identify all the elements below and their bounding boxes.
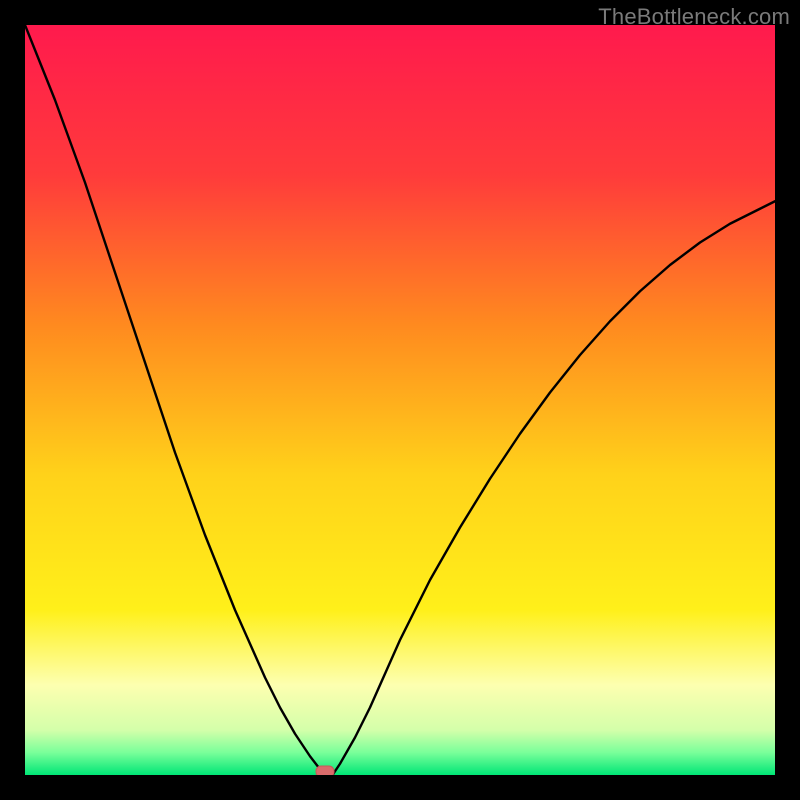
gradient-background: [25, 25, 775, 775]
optimal-point-marker: [316, 766, 334, 775]
watermark-text: TheBottleneck.com: [598, 4, 790, 30]
plot-area: [25, 25, 775, 775]
bottleneck-chart: [25, 25, 775, 775]
chart-frame: TheBottleneck.com: [0, 0, 800, 800]
